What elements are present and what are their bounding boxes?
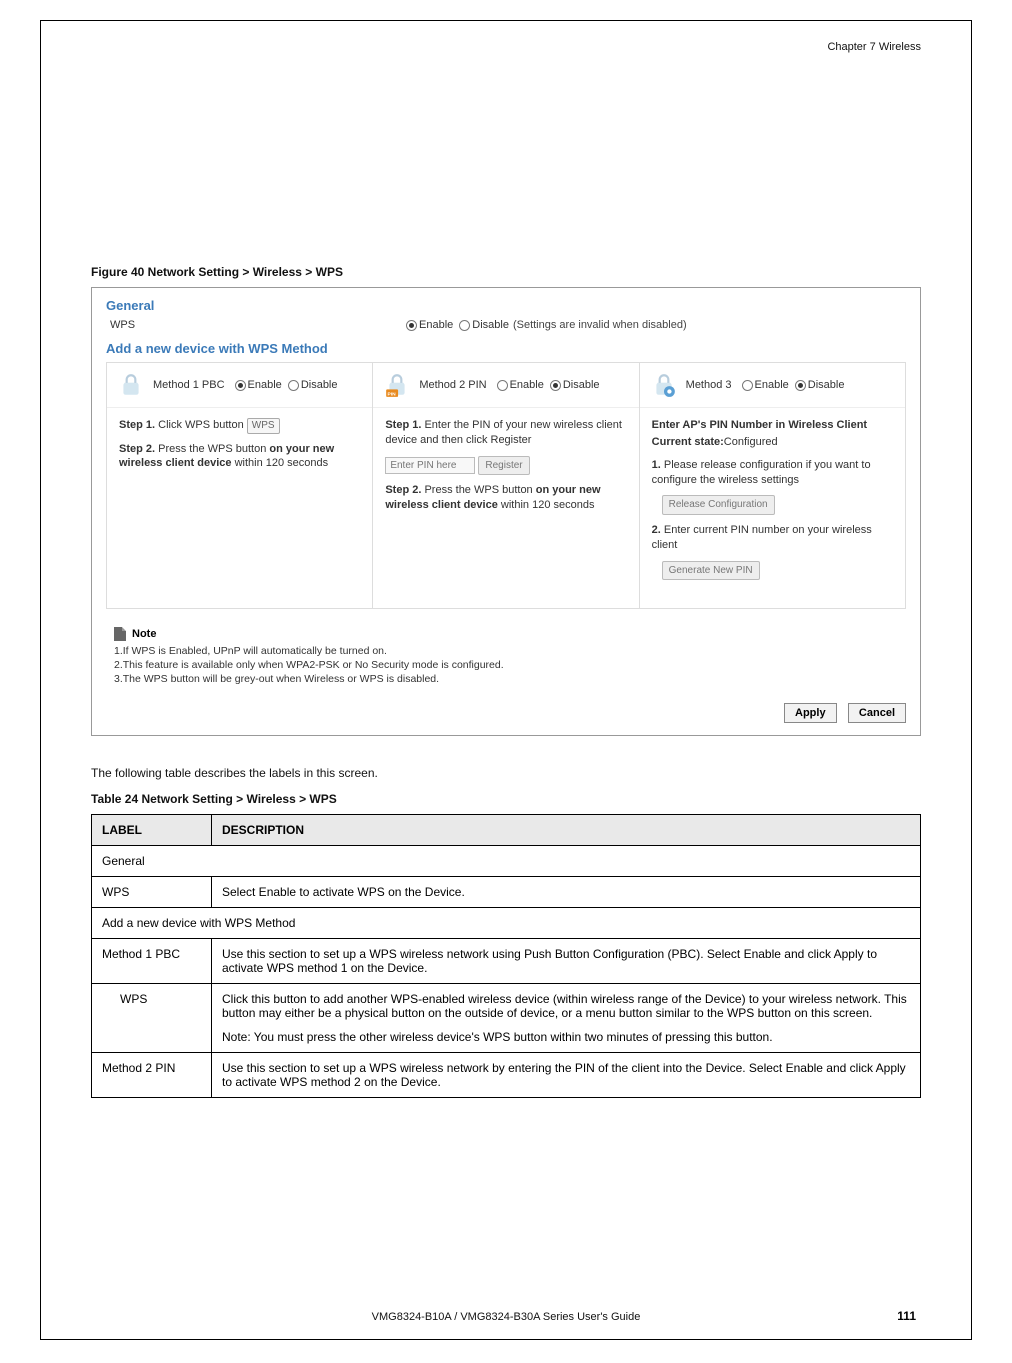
table-section-add: Add a new device with WPS Method [92, 908, 921, 939]
wps-screenshot-figure: General WPS Enable Disable (Settings are… [91, 287, 921, 736]
figure-label: Figure 40 Network Setting > Wireless > W… [91, 265, 921, 279]
lock-pin-icon: PIN [383, 371, 411, 399]
method3-disable-label: Disable [808, 379, 845, 391]
m2-step1-text: Enter the PIN of your new wireless clien… [385, 419, 622, 446]
m2-step2-text1: Press the WPS button [421, 484, 535, 496]
m3-state-label: Current state: [652, 436, 724, 448]
svg-text:PIN: PIN [388, 391, 397, 397]
method2-enable-label: Enable [510, 379, 544, 391]
method1-disable-radio[interactable] [288, 380, 299, 391]
wps-disable-label: Disable [472, 319, 509, 331]
m1-step1-label: Step 1. [119, 419, 155, 431]
m3-item2-num: 2. [652, 524, 661, 536]
apply-button[interactable]: Apply [784, 703, 837, 723]
page-number: 111 [897, 1309, 916, 1323]
method3-name: Method 3 [686, 379, 732, 391]
note-icon [114, 627, 126, 641]
method1-column: Method 1 PBC Enable Disable Step 1. Clic… [107, 363, 373, 608]
method3-disable-radio[interactable] [795, 380, 806, 391]
r1-desc: Select Enable to activate WPS on the Dev… [212, 877, 921, 908]
m2-step1-label: Step 1. [385, 419, 421, 431]
r2-desc: Use this section to set up a WPS wireles… [212, 939, 921, 984]
method2-name: Method 2 PIN [419, 379, 486, 391]
r4-label: Method 2 PIN [92, 1053, 212, 1098]
m1-step2-text2: within 120 seconds [232, 457, 329, 469]
method3-enable-radio[interactable] [742, 380, 753, 391]
m1-step1-text: Click WPS button [155, 419, 247, 431]
method2-column: PIN Method 2 PIN Enable Disable Step 1. … [373, 363, 639, 608]
lock-gear-icon [650, 371, 678, 399]
method3-column: Method 3 Enable Disable Enter AP's PIN N… [640, 363, 905, 608]
r3-desc-line2: Note: You must press the other wireless … [222, 1030, 910, 1044]
lock-icon [117, 371, 145, 399]
m1-step2-label: Step 2. [119, 443, 155, 455]
m3-item1-text: Please release configuration if you want… [652, 459, 871, 486]
wps-invalid-note: (Settings are invalid when disabled) [513, 319, 687, 331]
m2-step2-label: Step 2. [385, 484, 421, 496]
wps-enable-label: Enable [419, 319, 453, 331]
general-heading: General [106, 298, 912, 313]
m3-item1-num: 1. [652, 459, 661, 471]
chapter-reference: Chapter 7 Wireless [91, 41, 921, 53]
method1-enable-radio[interactable] [235, 380, 246, 391]
method2-disable-radio[interactable] [550, 380, 561, 391]
table-section-general: General [92, 846, 921, 877]
th-desc: DESCRIPTION [212, 815, 921, 846]
footer-product-name: VMG8324-B10A / VMG8324-B30A Series User'… [41, 1311, 971, 1323]
r3-label: WPS [92, 984, 212, 1053]
note-item-3: 3.The WPS button will be grey-out when W… [114, 673, 912, 685]
cancel-button[interactable]: Cancel [848, 703, 906, 723]
note-item-2: 2.This feature is available only when WP… [114, 659, 912, 671]
method1-name: Method 1 PBC [153, 379, 225, 391]
description-table: LABEL DESCRIPTION General WPS Select Ena… [91, 814, 921, 1098]
r3-desc-line1: Click this button to add another WPS-ena… [222, 992, 910, 1020]
m1-step2-text1: Press the WPS button [155, 443, 269, 455]
m3-heading: Enter AP's PIN Number in Wireless Client [652, 419, 867, 431]
note-list: 1.If WPS is Enabled, UPnP will automatic… [114, 645, 912, 685]
add-device-heading: Add a new device with WPS Method [106, 341, 912, 356]
method1-disable-label: Disable [301, 379, 338, 391]
pin-input[interactable] [385, 457, 475, 474]
wps-disable-radio[interactable] [459, 320, 470, 331]
release-configuration-button[interactable]: Release Configuration [662, 495, 775, 515]
note-item-1: 1.If WPS is Enabled, UPnP will automatic… [114, 645, 912, 657]
r1-label: WPS [92, 877, 212, 908]
r4-desc: Use this section to set up a WPS wireles… [212, 1053, 921, 1098]
m3-item2-text: Enter current PIN number on your wireles… [652, 524, 872, 551]
note-heading: Note [114, 627, 912, 641]
r2-label: Method 1 PBC [92, 939, 212, 984]
m3-state-value: Configured [724, 436, 778, 448]
wps-method-grid: Method 1 PBC Enable Disable Step 1. Clic… [106, 362, 906, 609]
generate-new-pin-button[interactable]: Generate New PIN [662, 561, 760, 581]
method2-enable-radio[interactable] [497, 380, 508, 391]
table-caption: Table 24 Network Setting > Wireless > WP… [91, 792, 921, 806]
r3-desc: Click this button to add another WPS-ena… [212, 984, 921, 1053]
table-intro: The following table describes the labels… [91, 766, 921, 780]
method2-disable-label: Disable [563, 379, 600, 391]
wps-enable-radio[interactable] [406, 320, 417, 331]
th-label: LABEL [92, 815, 212, 846]
note-label: Note [132, 628, 156, 640]
wps-button[interactable]: WPS [247, 418, 280, 434]
m2-step2-text2: within 120 seconds [498, 499, 595, 511]
register-button[interactable]: Register [478, 456, 529, 476]
method3-enable-label: Enable [755, 379, 789, 391]
method1-enable-label: Enable [248, 379, 282, 391]
wps-field-label: WPS [110, 319, 400, 331]
